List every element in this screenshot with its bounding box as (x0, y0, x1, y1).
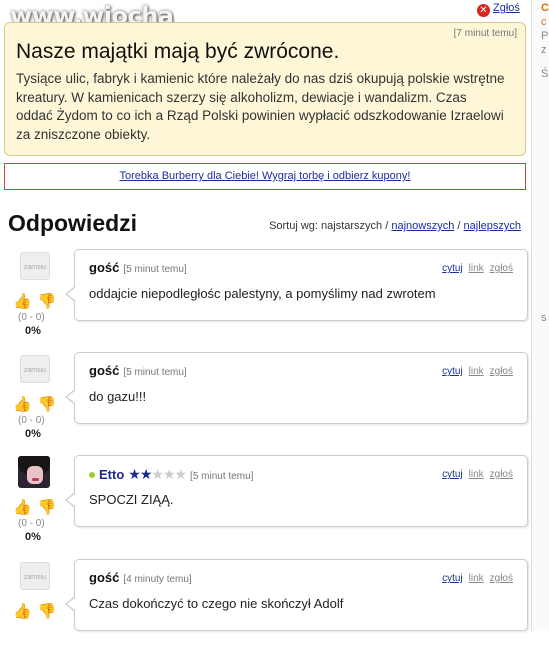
comment-author[interactable]: gość [5 minut temu] (89, 363, 187, 378)
vote-percent: 0% (25, 325, 41, 337)
right-strip-text-6: s (541, 312, 547, 324)
report-comment-link[interactable]: zgłoś (490, 263, 513, 274)
right-strip-text-5: Ś (541, 68, 549, 80)
report-comment-link[interactable]: zgłoś (490, 469, 513, 480)
online-status-icon (89, 472, 95, 478)
post-title: Nasze majątki mają być zwrócone. (16, 40, 340, 63)
permalink-link[interactable]: link (469, 469, 484, 480)
comment-item: zamsiu 👍👎 gość [4 minuty temu] cytuj link z… (0, 556, 530, 654)
sort-best-link[interactable]: najlepszych (464, 220, 521, 232)
right-strip-text-4: z (541, 44, 547, 56)
right-strip-text-1: C (541, 2, 549, 14)
comment-author-name[interactable]: Etto (99, 467, 124, 482)
sort-controls: Sortuj wg: najstarszych / najnowszych / … (269, 220, 521, 232)
vote-percent: 0% (25, 531, 41, 543)
comment-item: 👍👎 (0 - 0) 0% Etto ★★★★★ [5 minut temu] cy… (0, 452, 530, 550)
quote-link[interactable]: cytuj (442, 469, 463, 480)
comment-bubble: gość [5 minut temu] cytuj link zgłoś oddajc… (65, 249, 528, 321)
comment-bubble: gość [5 minut temu] cytuj link zgłoś do gaz… (65, 352, 528, 424)
vote-count: (0 - 0) (18, 518, 45, 529)
comment-item: zamsiu 👍👎 (0 - 0) 0% gość [5 minut temu] … (0, 349, 530, 447)
comment-author[interactable]: gość [5 minut temu] (89, 260, 187, 275)
quote-link[interactable]: cytuj (442, 366, 463, 377)
sort-newest-link[interactable]: najnowszych (391, 220, 454, 232)
comment-item: zamsiu 👍👎 (0 - 0) 0% gość [5 minut temu] … (0, 246, 530, 344)
avatar[interactable]: zamsiu (20, 252, 50, 280)
comment-author[interactable]: gość [4 minuty temu] (89, 570, 192, 585)
comment-author-name[interactable]: gość (89, 260, 119, 275)
vote-count: (0 - 0) (18, 415, 45, 426)
avatar[interactable]: zamsiu (20, 562, 50, 590)
vote-count: (0 - 0) (18, 312, 45, 323)
vote-thumbs-icons[interactable]: 👍👎 (13, 602, 62, 620)
comment-text: Czas dokończyć to czego nie skończył Ado… (89, 596, 344, 611)
permalink-link[interactable]: link (469, 366, 484, 377)
comment-bubble: gość [4 minuty temu] cytuj link zgłoś Czas … (65, 559, 528, 631)
permalink-link[interactable]: link (469, 573, 484, 584)
comment-text: do gazu!!! (89, 389, 147, 404)
main-post: [7 minut temu] Nasze majątki mają być zw… (4, 22, 526, 156)
comment-actions: cytuj link zgłoś (436, 469, 513, 480)
vote-thumbs-icons[interactable]: 👍👎 (13, 395, 62, 413)
post-body: Tysiące ulic, fabryk i kamienic które na… (16, 71, 505, 142)
quote-link[interactable]: cytuj (442, 573, 463, 584)
report-comment-link[interactable]: zgłoś (490, 573, 513, 584)
report-comment-link[interactable]: zgłoś (490, 366, 513, 377)
avatar[interactable]: zamsiu (20, 355, 50, 383)
comment-time: [5 minut temu] (123, 367, 187, 378)
report-post-link[interactable]: ✕ Zgłoś (477, 2, 520, 17)
right-strip-text-2: c (541, 16, 547, 28)
quote-link[interactable]: cytuj (442, 263, 463, 274)
comment-actions: cytuj link zgłoś (436, 573, 513, 584)
comment-time: [5 minut temu] (123, 264, 187, 275)
post-time: [7 minut temu] (453, 28, 517, 39)
sort-label: Sortuj wg: najstarszych / (269, 220, 389, 232)
promo-banner: Torebka Burberry dla Ciebie! Wygraj torb… (4, 163, 526, 190)
sort-separator: / (457, 220, 461, 232)
vote-thumbs-icons[interactable]: 👍👎 (13, 292, 62, 310)
permalink-link[interactable]: link (469, 263, 484, 274)
comment-author[interactable]: Etto ★★★★★ [5 minut temu] (89, 466, 253, 483)
comment-actions: cytuj link zgłoś (436, 366, 513, 377)
vote-percent: 0% (25, 428, 41, 440)
comment-bubble: Etto ★★★★★ [5 minut temu] cytuj link zgłoś S… (65, 455, 528, 527)
avatar-face (27, 466, 43, 484)
report-post-label[interactable]: Zgłoś (493, 2, 520, 14)
right-strip-text-3: P (541, 30, 549, 42)
user-photo-avatar[interactable] (18, 456, 50, 488)
comment-time: [5 minut temu] (190, 471, 254, 482)
avatar-lips (32, 478, 39, 481)
promo-link[interactable]: Torebka Burberry dla Ciebie! Wygraj torb… (120, 170, 411, 182)
comment-text: oddajcie niepodległośc palestyny, a pomy… (89, 286, 436, 301)
vote-thumbs-icons[interactable]: 👍👎 (13, 498, 62, 516)
comment-author-name[interactable]: gość (89, 363, 119, 378)
answers-heading: Odpowiedzi (8, 210, 138, 236)
comment-text: SPOCZI ZIĄĄ. (89, 492, 174, 507)
comment-time: [4 minuty temu] (123, 574, 192, 585)
right-sidebar-edge: C c P z Ś s (531, 0, 549, 631)
comment-author-name[interactable]: gość (89, 570, 119, 585)
report-icon: ✕ (477, 4, 490, 17)
rating-stars-icon: ★★★★★ (128, 466, 187, 482)
comment-actions: cytuj link zgłoś (436, 263, 513, 274)
